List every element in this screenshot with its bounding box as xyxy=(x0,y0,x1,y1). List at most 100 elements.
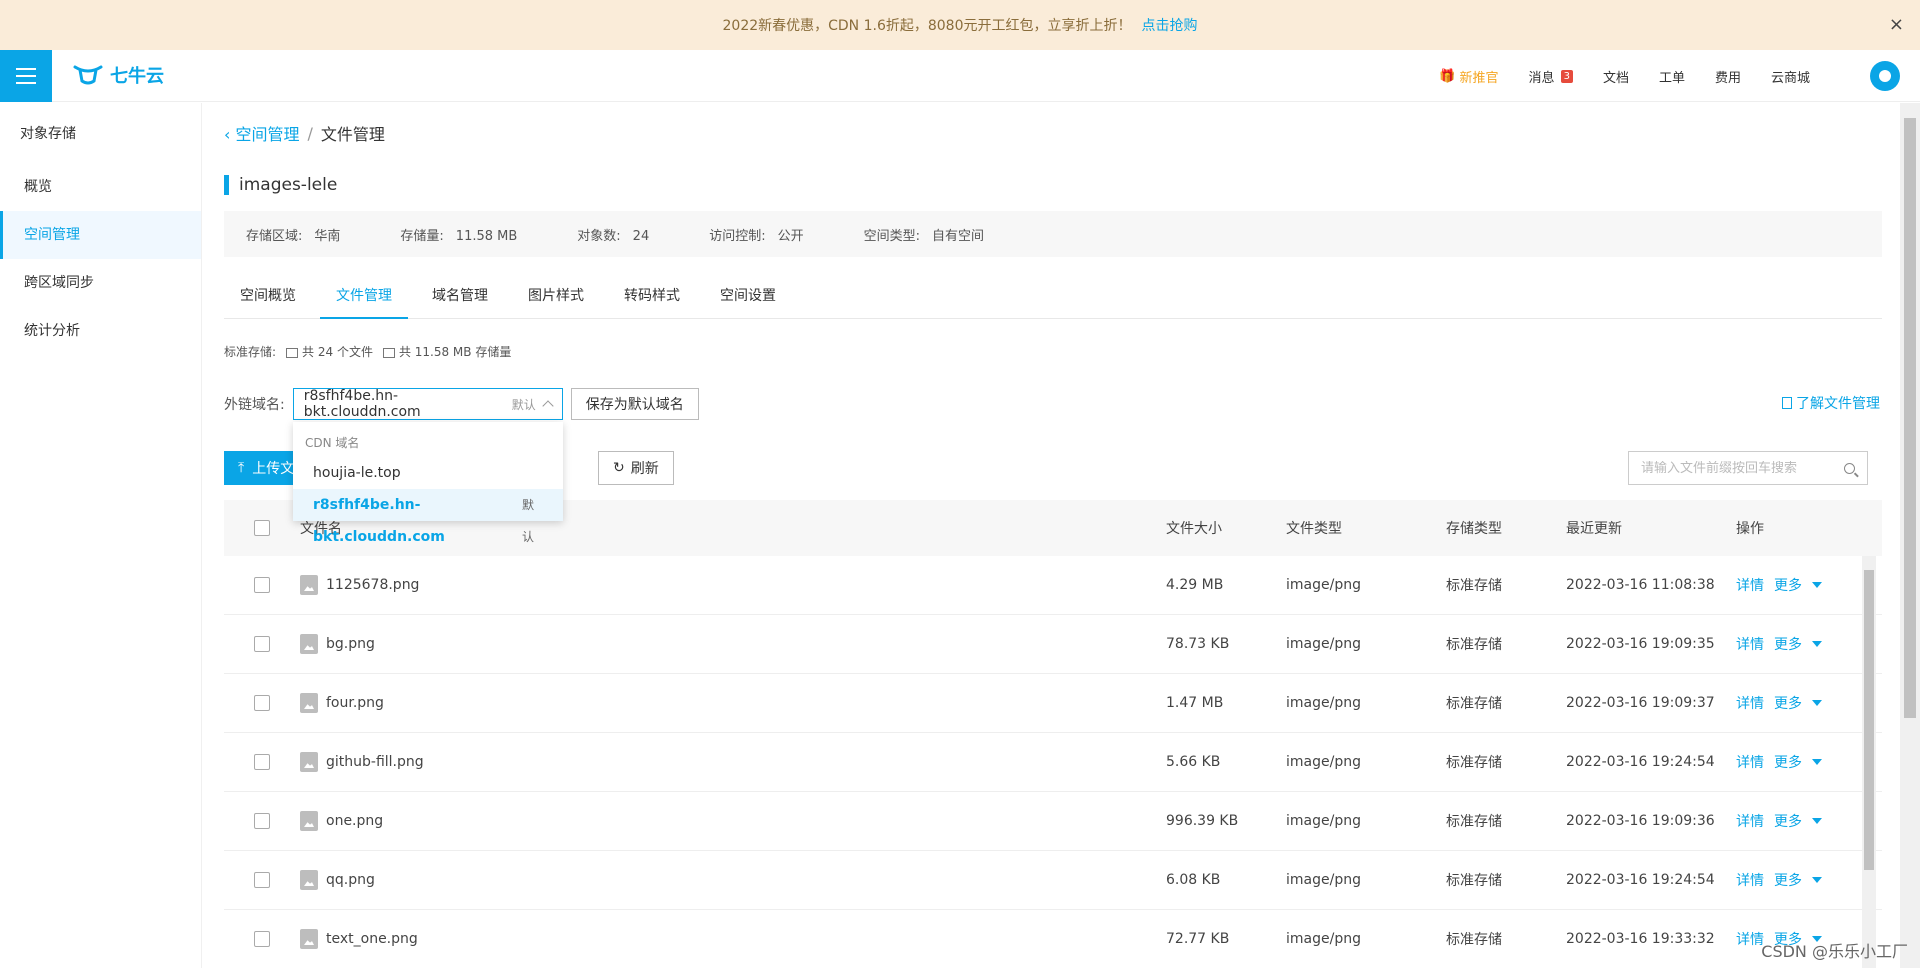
dropdown-option-label: r8sfhf4be.hn-bkt.clouddn.com xyxy=(313,497,445,545)
avatar[interactable] xyxy=(1870,61,1900,91)
header-size[interactable]: 文件大小 xyxy=(1166,518,1286,538)
sidebar-title: 对象存储 xyxy=(20,126,76,142)
dropdown-option-selected[interactable]: r8sfhf4be.hn-bkt.clouddn.com 默认 xyxy=(293,489,563,545)
caret-down-icon[interactable] xyxy=(1812,641,1822,647)
promo-text: 2022新春优惠，CDN 1.6折起，8080元开工红包，立享折上折！ xyxy=(722,18,1132,34)
table-row[interactable]: text_one.png 72.77 KB image/png 标准存储 2022-03… xyxy=(224,910,1882,968)
header-updated[interactable]: 最近更新 xyxy=(1566,518,1736,538)
storage-files: 共 24 个文件 xyxy=(286,343,373,360)
detail-link[interactable]: 详情 xyxy=(1736,752,1764,772)
domain-label: 外链域名: xyxy=(224,397,285,413)
breadcrumb-back-link[interactable]: ‹ 空间管理 xyxy=(224,121,300,145)
table-body: 1125678.png 4.29 MB image/png 标准存储 2022-03-1… xyxy=(224,556,1882,968)
row-checkbox[interactable] xyxy=(254,754,270,770)
sidebar-item-statistics[interactable]: 统计分析 xyxy=(0,307,201,355)
info-count-label: 对象数: xyxy=(577,228,621,244)
table-row[interactable]: one.png 996.39 KB image/png 标准存储 2022-03-16 … xyxy=(224,792,1882,851)
caret-down-icon[interactable] xyxy=(1812,582,1822,588)
save-default-domain-button[interactable]: 保存为默认域名 xyxy=(570,388,699,420)
file-type: image/png xyxy=(1286,754,1361,770)
file-table: 文件名 文件大小 文件类型 存储类型 最近更新 操作 1125678.png 4.… xyxy=(224,500,1882,968)
detail-link[interactable]: 详情 xyxy=(1736,575,1764,595)
detail-link[interactable]: 详情 xyxy=(1736,870,1764,890)
more-link[interactable]: 更多 xyxy=(1774,634,1802,654)
table-row[interactable]: qq.png 6.08 KB image/png 标准存储 2022-03-16 19:… xyxy=(224,851,1882,910)
document-icon xyxy=(1782,397,1792,409)
sidebar-item-overview[interactable]: 概览 xyxy=(0,163,201,211)
nav-docs[interactable]: 文档 xyxy=(1603,67,1629,86)
caret-down-icon[interactable] xyxy=(1812,877,1822,883)
table-row[interactable]: four.png 1.47 MB image/png 标准存储 2022-03-16 1… xyxy=(224,674,1882,733)
detail-link[interactable]: 详情 xyxy=(1736,693,1764,713)
sidebar-item-cross-region-sync[interactable]: 跨区域同步 xyxy=(0,259,201,307)
page-scrollbar[interactable] xyxy=(1900,103,1920,968)
main-content: ‹ 空间管理 / 文件管理 images-lele 存储区域: 华南 存储量: 11… xyxy=(202,103,1900,968)
row-checkbox-cell xyxy=(224,931,300,947)
caret-down-icon[interactable] xyxy=(1812,818,1822,824)
menu-icon[interactable] xyxy=(0,50,52,102)
tab-domains[interactable]: 域名管理 xyxy=(416,273,504,319)
close-icon[interactable]: × xyxy=(1889,14,1904,35)
tab-file-management[interactable]: 文件管理 xyxy=(320,273,408,319)
row-checkbox-cell xyxy=(224,695,300,711)
file-name: github-fill.png xyxy=(326,754,424,770)
storage-type: 标准存储 xyxy=(1446,696,1502,712)
detail-link[interactable]: 详情 xyxy=(1736,811,1764,831)
info-acl-value: 公开 xyxy=(777,228,804,244)
nav-tickets[interactable]: 工单 xyxy=(1659,67,1685,86)
caret-down-icon[interactable] xyxy=(1812,700,1822,706)
more-link[interactable]: 更多 xyxy=(1774,575,1802,595)
select-all-checkbox[interactable] xyxy=(254,520,270,536)
learn-file-management-link[interactable]: 了解文件管理 xyxy=(1782,393,1880,413)
nav-billing[interactable]: 费用 xyxy=(1715,67,1741,86)
domain-select[interactable]: r8sfhf4be.hn-bkt.clouddn.com 默认 xyxy=(292,388,563,420)
table-row[interactable]: 1125678.png 4.29 MB image/png 标准存储 2022-03-1… xyxy=(224,556,1882,615)
tab-settings[interactable]: 空间设置 xyxy=(704,273,792,319)
top-nav: 🎁 新推官 消息 3 文档 工单 费用 云商城 xyxy=(1439,50,1810,102)
dropdown-option[interactable]: houjia-le.top xyxy=(293,457,563,489)
file-name: bg.png xyxy=(326,636,375,652)
caret-down-icon[interactable] xyxy=(1812,759,1822,765)
nav-marketplace[interactable]: 云商城 xyxy=(1771,67,1810,86)
table-row[interactable]: github-fill.png 5.66 KB image/png 标准存储 2022-… xyxy=(224,733,1882,792)
page-scrollbar-thumb[interactable] xyxy=(1904,118,1916,718)
row-checkbox[interactable] xyxy=(254,813,270,829)
search-icon[interactable] xyxy=(1844,462,1855,474)
promo-link[interactable]: 点击抢购 xyxy=(1142,15,1198,35)
bucket-name: images-lele xyxy=(224,175,337,195)
nav-messages[interactable]: 消息 3 xyxy=(1529,67,1573,86)
more-link[interactable]: 更多 xyxy=(1774,693,1802,713)
table-scrollbar[interactable] xyxy=(1862,556,1876,968)
table-scrollbar-thumb[interactable] xyxy=(1864,570,1874,870)
dropdown-group-label: CDN 域名 xyxy=(305,436,360,450)
refresh-button[interactable]: ↻ 刷新 xyxy=(598,451,674,485)
row-actions: 详情 更多 xyxy=(1736,811,1876,831)
tab-image-styles[interactable]: 图片样式 xyxy=(512,273,600,319)
row-checkbox[interactable] xyxy=(254,577,270,593)
more-link[interactable]: 更多 xyxy=(1774,811,1802,831)
row-actions: 详情 更多 xyxy=(1736,634,1876,654)
tab-overview[interactable]: 空间概览 xyxy=(224,273,312,319)
logo[interactable]: 七牛云 xyxy=(72,62,164,88)
row-checkbox[interactable] xyxy=(254,636,270,652)
storage-label: 标准存储: xyxy=(224,345,277,359)
more-link[interactable]: 更多 xyxy=(1774,752,1802,772)
search-input[interactable] xyxy=(1641,460,1844,476)
nav-promo[interactable]: 🎁 新推官 xyxy=(1439,67,1498,86)
info-size-value: 11.58 MB xyxy=(455,228,518,244)
row-checkbox[interactable] xyxy=(254,931,270,947)
learn-link-label: 了解文件管理 xyxy=(1796,396,1880,412)
row-checkbox[interactable] xyxy=(254,695,270,711)
row-checkbox[interactable] xyxy=(254,872,270,888)
file-name: one.png xyxy=(326,813,384,829)
table-row[interactable]: bg.png 78.73 KB image/png 标准存储 2022-03-16 19… xyxy=(224,615,1882,674)
file-type: image/png xyxy=(1286,695,1361,711)
detail-link[interactable]: 详情 xyxy=(1736,634,1764,654)
disk-icon xyxy=(382,347,395,358)
tab-transcode-styles[interactable]: 转码样式 xyxy=(608,273,696,319)
sidebar-item-buckets[interactable]: 空间管理 xyxy=(0,211,201,259)
file-type: image/png xyxy=(1286,931,1361,947)
detail-link[interactable]: 详情 xyxy=(1736,929,1764,949)
more-link[interactable]: 更多 xyxy=(1774,870,1802,890)
refresh-icon: ↻ xyxy=(613,460,625,476)
